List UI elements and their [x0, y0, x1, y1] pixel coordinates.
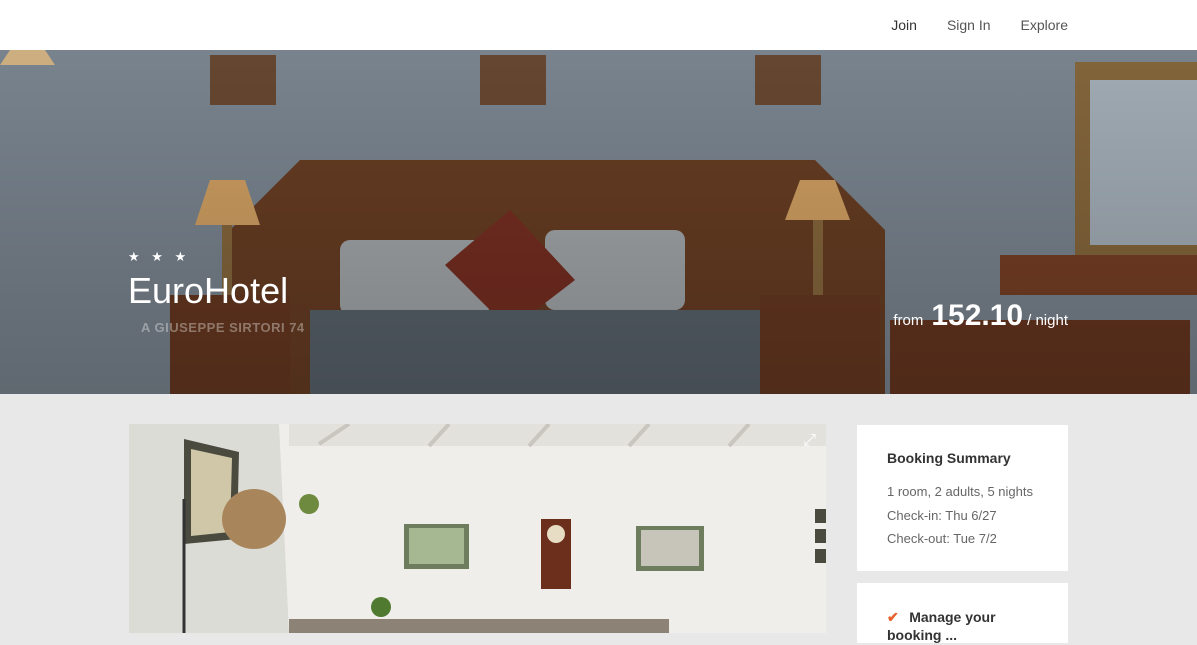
join-link[interactable]: Join: [891, 17, 917, 33]
top-nav: Join Sign In Explore: [0, 0, 1197, 50]
check-out-date: Check-out: Tue 7/2: [887, 531, 997, 546]
sign-in-link[interactable]: Sign In: [947, 17, 991, 33]
explore-link[interactable]: Explore: [1021, 17, 1068, 33]
hero-overlay: [0, 50, 1197, 394]
price-amount: 152.10: [931, 299, 1024, 332]
check-in-date: Check-in: Thu 6/27: [887, 507, 997, 523]
nav-menu: Join Sign In Explore: [891, 0, 1068, 50]
room-photo: [129, 424, 826, 633]
booking-rooms-guests: 1 room, 2 adults, 5 nights: [887, 484, 1033, 499]
star-rating: ★ ★ ★: [128, 249, 191, 264]
price-unit: / night: [1027, 312, 1068, 329]
room-gallery[interactable]: ⤢: [129, 424, 826, 633]
price-display: from 152.10 / night: [893, 299, 1068, 333]
manage-booking-label: Manage your booking ...: [887, 609, 996, 643]
expand-icon[interactable]: ⤢: [803, 432, 816, 450]
manage-booking-card[interactable]: ✔ Manage your booking ...: [857, 583, 1068, 643]
hero-banner: ★ ★ ★ EuroHotel A GIUSEPPE SIRTORI 74 fr…: [0, 50, 1197, 394]
hotel-address: A GIUSEPPE SIRTORI 74: [141, 320, 305, 335]
check-icon: ✔: [887, 609, 899, 625]
booking-summary-card: Booking Summary 1 room, 2 adults, 5 nigh…: [857, 425, 1068, 571]
price-from-label: from: [893, 312, 924, 329]
hotel-name: EuroHotel: [128, 270, 289, 311]
booking-summary-title: Booking Summary: [887, 450, 1011, 466]
